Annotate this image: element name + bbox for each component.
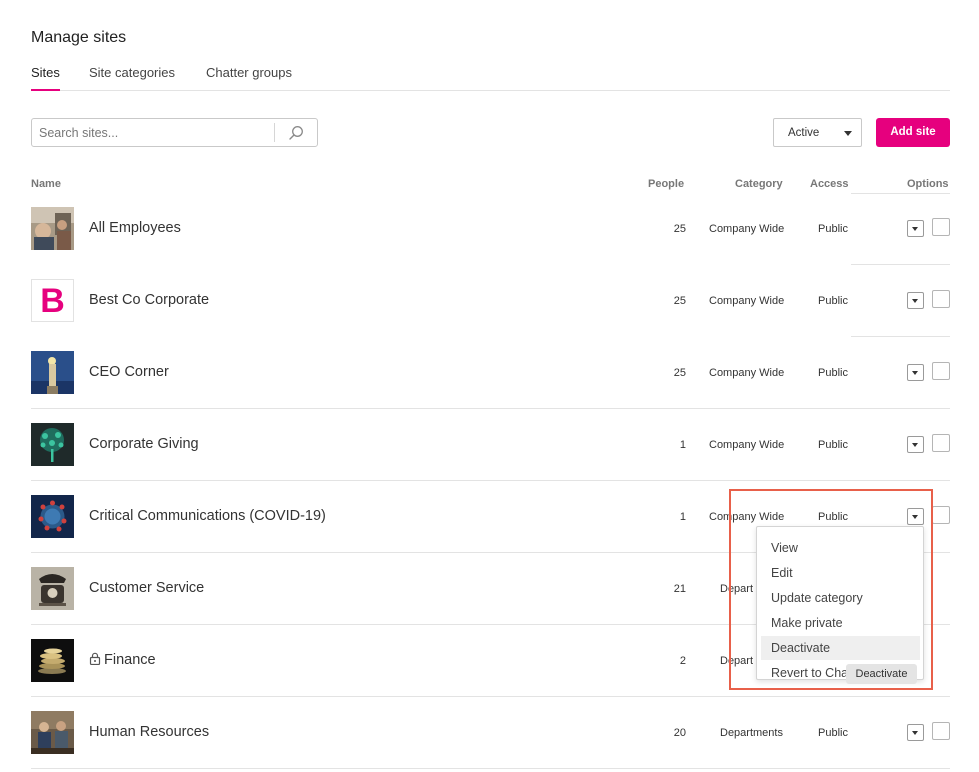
row-checkbox[interactable] [932,290,950,308]
chevron-down-icon [844,131,852,136]
tooltip: Deactivate [846,664,917,684]
row-options-button[interactable] [907,724,924,741]
site-name-link[interactable]: Critical Communications (COVID-19) [89,508,326,524]
menu-item-edit[interactable]: Edit [761,561,920,585]
table-row: B Best Co Corporate 25 Company Wide Publ… [31,265,950,337]
table-row: Human Resources 20 Departments Public [31,697,950,769]
site-thumbnail [31,711,74,754]
row-checkbox[interactable] [932,434,950,452]
site-thumbnail [31,567,74,610]
menu-item-update-category[interactable]: Update category [761,586,920,610]
lock-icon [89,652,101,665]
site-access: Public [818,223,848,235]
site-thumbnail [31,423,74,466]
add-site-button[interactable]: Add site [876,118,950,147]
search-box [31,118,318,147]
people-count: 1 [679,439,686,451]
people-count: 25 [673,367,686,379]
people-count: 2 [679,655,686,667]
row-divider [31,768,950,769]
site-category: Company Wide [709,511,785,523]
row-options-button[interactable] [907,220,924,237]
row-options-button[interactable] [907,508,924,525]
site-category: Departments [720,727,783,739]
column-header-access: Access [810,178,849,190]
people-count: 20 [673,727,686,739]
column-header-people: People [648,178,685,190]
column-header-name: Name [31,178,61,190]
site-name-link[interactable]: Human Resources [89,724,209,740]
page-title: Manage sites [31,29,127,46]
site-name-link[interactable]: Finance [89,652,156,668]
column-header-options: Options [907,178,949,190]
tab-site-categories[interactable]: Site categories [89,65,175,91]
site-name-text: Finance [104,652,156,668]
people-count: 1 [679,511,686,523]
site-category: Company Wide [709,223,785,235]
people-count: 25 [673,295,686,307]
people-count: 21 [673,583,686,595]
status-filter-select[interactable]: Active [773,118,862,147]
site-name-link[interactable]: All Employees [89,220,181,236]
site-name-link[interactable]: Best Co Corporate [89,292,209,308]
table-row: Corporate Giving 1 Company Wide Public [31,409,950,481]
row-options-button[interactable] [907,292,924,309]
people-count: 25 [673,223,686,235]
site-category: Company Wide [709,295,785,307]
company-logo: B [40,282,65,320]
menu-item-view[interactable]: View [761,536,920,560]
site-thumbnail [31,639,74,682]
site-access: Public [818,511,848,523]
table-row: CEO Corner 25 Company Wide Public [31,337,950,409]
tab-sites[interactable]: Sites [31,65,60,91]
site-name-link[interactable]: Corporate Giving [89,436,199,452]
site-thumbnail [31,495,74,538]
svg-text:B: B [40,282,65,320]
search-icon[interactable] [287,124,305,142]
row-checkbox[interactable] [932,722,950,740]
site-thumbnail: B [31,279,74,322]
site-category: Company Wide [709,367,785,379]
row-checkbox[interactable] [932,362,950,380]
menu-item-deactivate[interactable]: Deactivate [761,636,920,660]
site-category: Company Wide [709,439,785,451]
row-options-button[interactable] [907,364,924,381]
site-category: Depart [720,655,754,667]
site-access: Public [818,295,848,307]
tab-chatter-groups[interactable]: Chatter groups [206,65,292,91]
row-options-button[interactable] [907,436,924,453]
row-checkbox[interactable] [932,506,950,524]
site-access: Public [818,439,848,451]
site-category: Depart [720,583,754,595]
row-checkbox[interactable] [932,218,950,236]
site-name-link[interactable]: CEO Corner [89,364,169,380]
site-access: Public [818,367,848,379]
tab-bar: Sites Site categories Chatter groups [31,65,950,91]
search-divider [274,123,275,142]
row-options-menu: View Edit Update category Make private D… [756,526,924,680]
menu-item-make-private[interactable]: Make private [761,611,920,635]
column-header-category: Category [735,178,783,190]
site-name-link[interactable]: Customer Service [89,580,204,596]
search-input[interactable] [32,119,274,146]
table-row: All Employees 25 Company Wide Public [31,193,950,265]
site-thumbnail [31,207,74,250]
status-filter-value: Active [788,127,820,139]
site-thumbnail [31,351,74,394]
site-access: Public [818,727,848,739]
